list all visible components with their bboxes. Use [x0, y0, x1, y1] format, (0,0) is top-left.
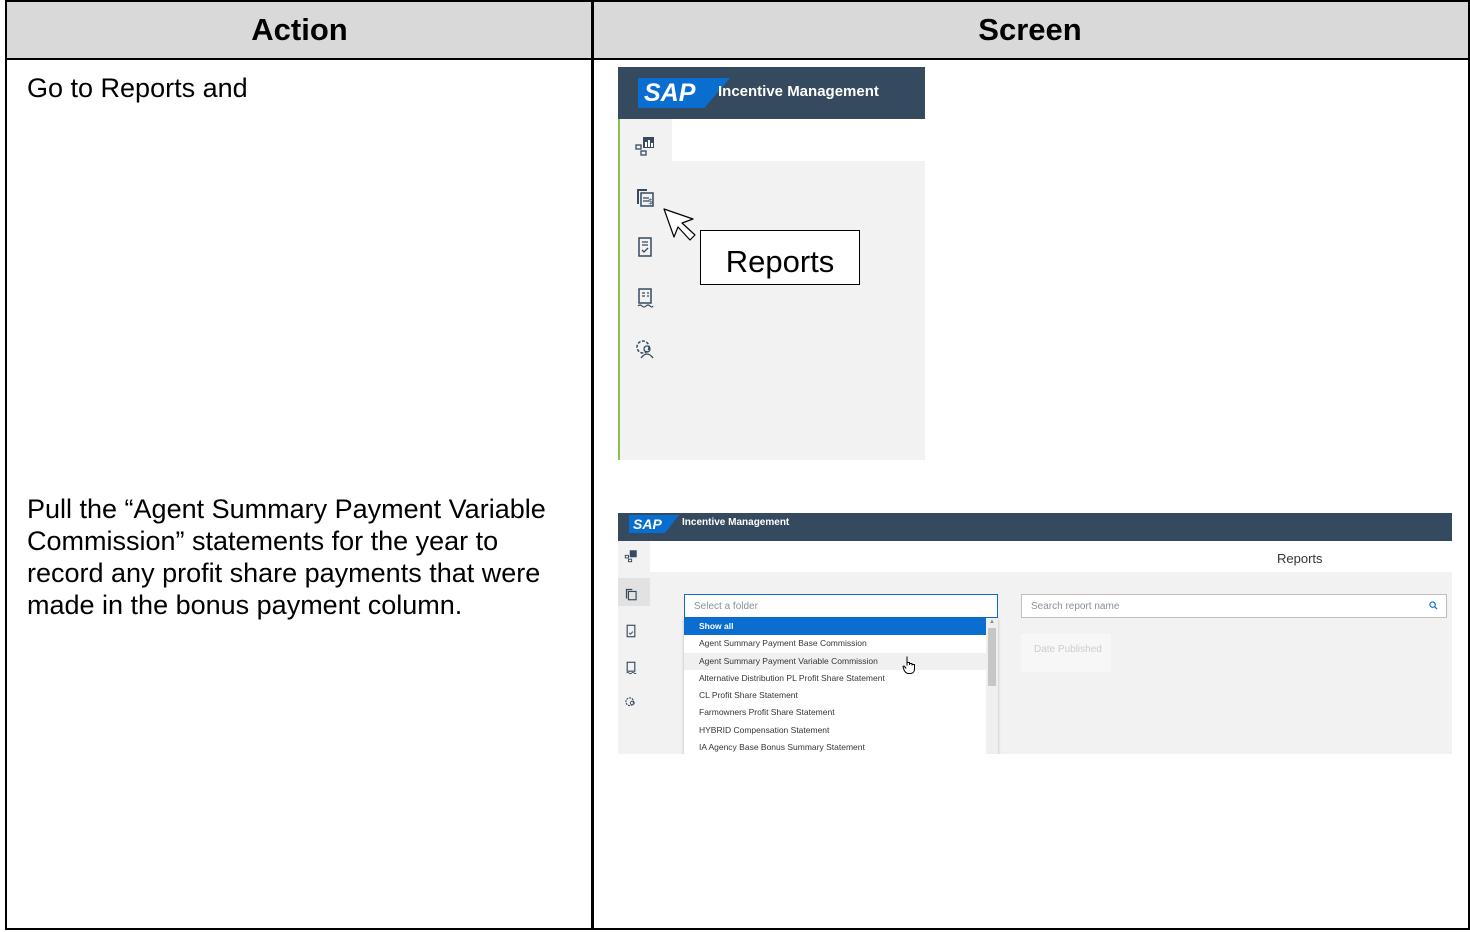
- folder-option[interactable]: HYBRID Compensation Statement: [684, 722, 998, 739]
- action-column-header: Action: [7, 2, 592, 60]
- search-icon[interactable]: [1429, 601, 1438, 610]
- step-2-text: Pull the “Agent Summary Payment Variable…: [27, 494, 546, 620]
- checklist-icon[interactable]: [624, 624, 638, 638]
- screenshot-reports-page: SAP Incentive Management Reports Select …: [618, 513, 1452, 754]
- page-title: Reports: [1277, 551, 1323, 566]
- folder-option[interactable]: Farmowners Profit Share Statement: [684, 704, 998, 721]
- date-published-header[interactable]: Date Published: [1021, 634, 1111, 672]
- step-1-text: Go to Reports and: [27, 73, 248, 103]
- side-navigation: $: [618, 119, 672, 460]
- page-header-bar: [650, 541, 1452, 572]
- content-area: [672, 119, 925, 161]
- folder-option[interactable]: IA Agency Base Bonus Summary Statement: [684, 739, 998, 754]
- svg-text:$: $: [648, 197, 653, 206]
- sap-logo: SAP: [638, 78, 730, 108]
- dashboard-icon[interactable]: [624, 549, 638, 563]
- reports-icon[interactable]: $: [634, 186, 656, 208]
- folder-dropdown-list: Show all Agent Summary Payment Base Comm…: [684, 618, 998, 754]
- shell-header: SAP Incentive Management: [618, 67, 925, 119]
- scroll-up-arrow-icon[interactable]: ▲: [989, 619, 995, 625]
- column-divider: [591, 2, 594, 930]
- screen-column-header: Screen: [592, 2, 1468, 60]
- app-title: Incentive Management: [718, 83, 879, 100]
- dropdown-scrollbar[interactable]: ▲: [986, 618, 998, 754]
- folder-option-show-all[interactable]: Show all: [684, 618, 998, 636]
- folder-option-hovered[interactable]: Agent Summary Payment Variable Commissio…: [684, 652, 998, 670]
- folder-select[interactable]: Select a folder: [684, 594, 998, 618]
- checklist-icon[interactable]: [634, 236, 656, 258]
- admin-settings-icon[interactable]: [634, 338, 656, 360]
- folder-option[interactable]: CL Profit Share Statement: [684, 687, 998, 704]
- reports-icon[interactable]: [624, 587, 638, 601]
- admin-settings-icon[interactable]: [624, 696, 638, 710]
- reports-callout: Reports: [700, 230, 860, 285]
- side-navigation: [618, 541, 650, 754]
- hand-pointer-icon: [902, 656, 915, 674]
- dashboard-icon[interactable]: [634, 135, 656, 157]
- folder-option[interactable]: Alternative Distribution PL Profit Share…: [684, 670, 998, 687]
- statement-icon[interactable]: [624, 661, 638, 675]
- search-placeholder: Search report name: [1031, 601, 1120, 612]
- search-report-input[interactable]: Search report name: [1021, 594, 1447, 618]
- folder-option[interactable]: Agent Summary Payment Base Commission: [684, 635, 998, 652]
- scroll-thumb[interactable]: [988, 628, 996, 686]
- shell-header: SAP Incentive Management: [618, 513, 1452, 541]
- app-title: Incentive Management: [682, 517, 790, 528]
- sap-logo: SAP: [629, 515, 679, 533]
- mouse-pointer-icon: [663, 208, 696, 241]
- statement-icon[interactable]: [634, 287, 656, 309]
